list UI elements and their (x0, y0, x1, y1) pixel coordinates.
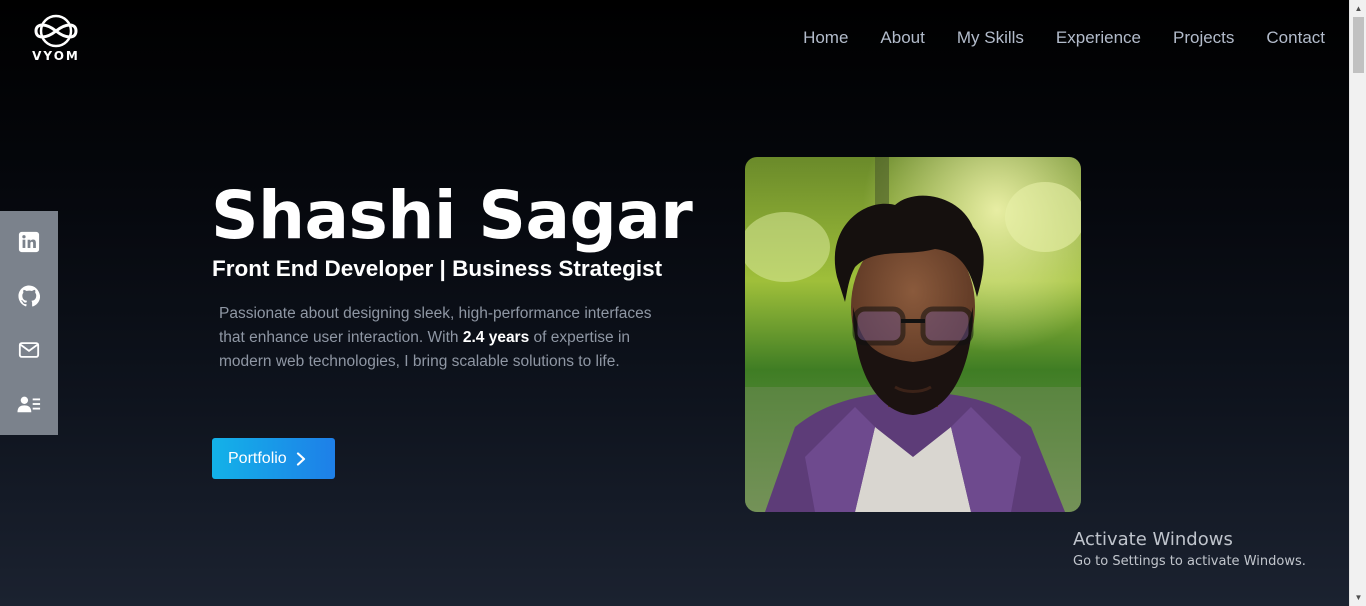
brand-name: VYOM (32, 49, 80, 63)
nav-about[interactable]: About (880, 28, 924, 48)
scroll-up-icon[interactable]: ▲ (1350, 0, 1366, 17)
linkedin-icon[interactable] (17, 230, 41, 254)
nav-projects[interactable]: Projects (1173, 28, 1234, 48)
hero-desc-highlight: 2.4 years (462, 329, 530, 346)
brand-logo[interactable]: VYOM (26, 14, 86, 66)
contact-card-icon[interactable] (17, 392, 41, 416)
nav-home[interactable]: Home (803, 28, 848, 48)
watermark-title: Activate Windows (1073, 529, 1233, 550)
activate-windows-watermark: Activate Windows Go to Settings to activ… (1073, 529, 1306, 569)
mail-icon[interactable] (17, 338, 41, 362)
nav-experience[interactable]: Experience (1056, 28, 1141, 48)
hero-description: Passionate about designing sleek, high-p… (219, 302, 659, 374)
nav-contact[interactable]: Contact (1266, 28, 1325, 48)
main-nav: Home About My Skills Experience Projects… (803, 28, 1325, 48)
portfolio-button[interactable]: Portfolio (212, 438, 335, 479)
hero-name: Shashi Sagar (211, 177, 693, 254)
chevron-right-icon (296, 451, 305, 466)
portfolio-button-label: Portfolio (228, 449, 287, 467)
scroll-down-icon[interactable]: ▼ (1350, 589, 1366, 606)
vertical-scrollbar[interactable]: ▲ ▼ (1349, 0, 1366, 606)
infinity-logo-icon (34, 14, 78, 48)
social-sidebar (0, 211, 58, 435)
profile-photo (745, 157, 1081, 512)
hero-role: Front End Developer | Business Strategis… (212, 256, 663, 281)
watermark-subtitle: Go to Settings to activate Windows. (1073, 554, 1306, 569)
github-icon[interactable] (17, 284, 41, 308)
nav-my-skills[interactable]: My Skills (957, 28, 1024, 48)
scrollbar-thumb[interactable] (1353, 17, 1364, 73)
